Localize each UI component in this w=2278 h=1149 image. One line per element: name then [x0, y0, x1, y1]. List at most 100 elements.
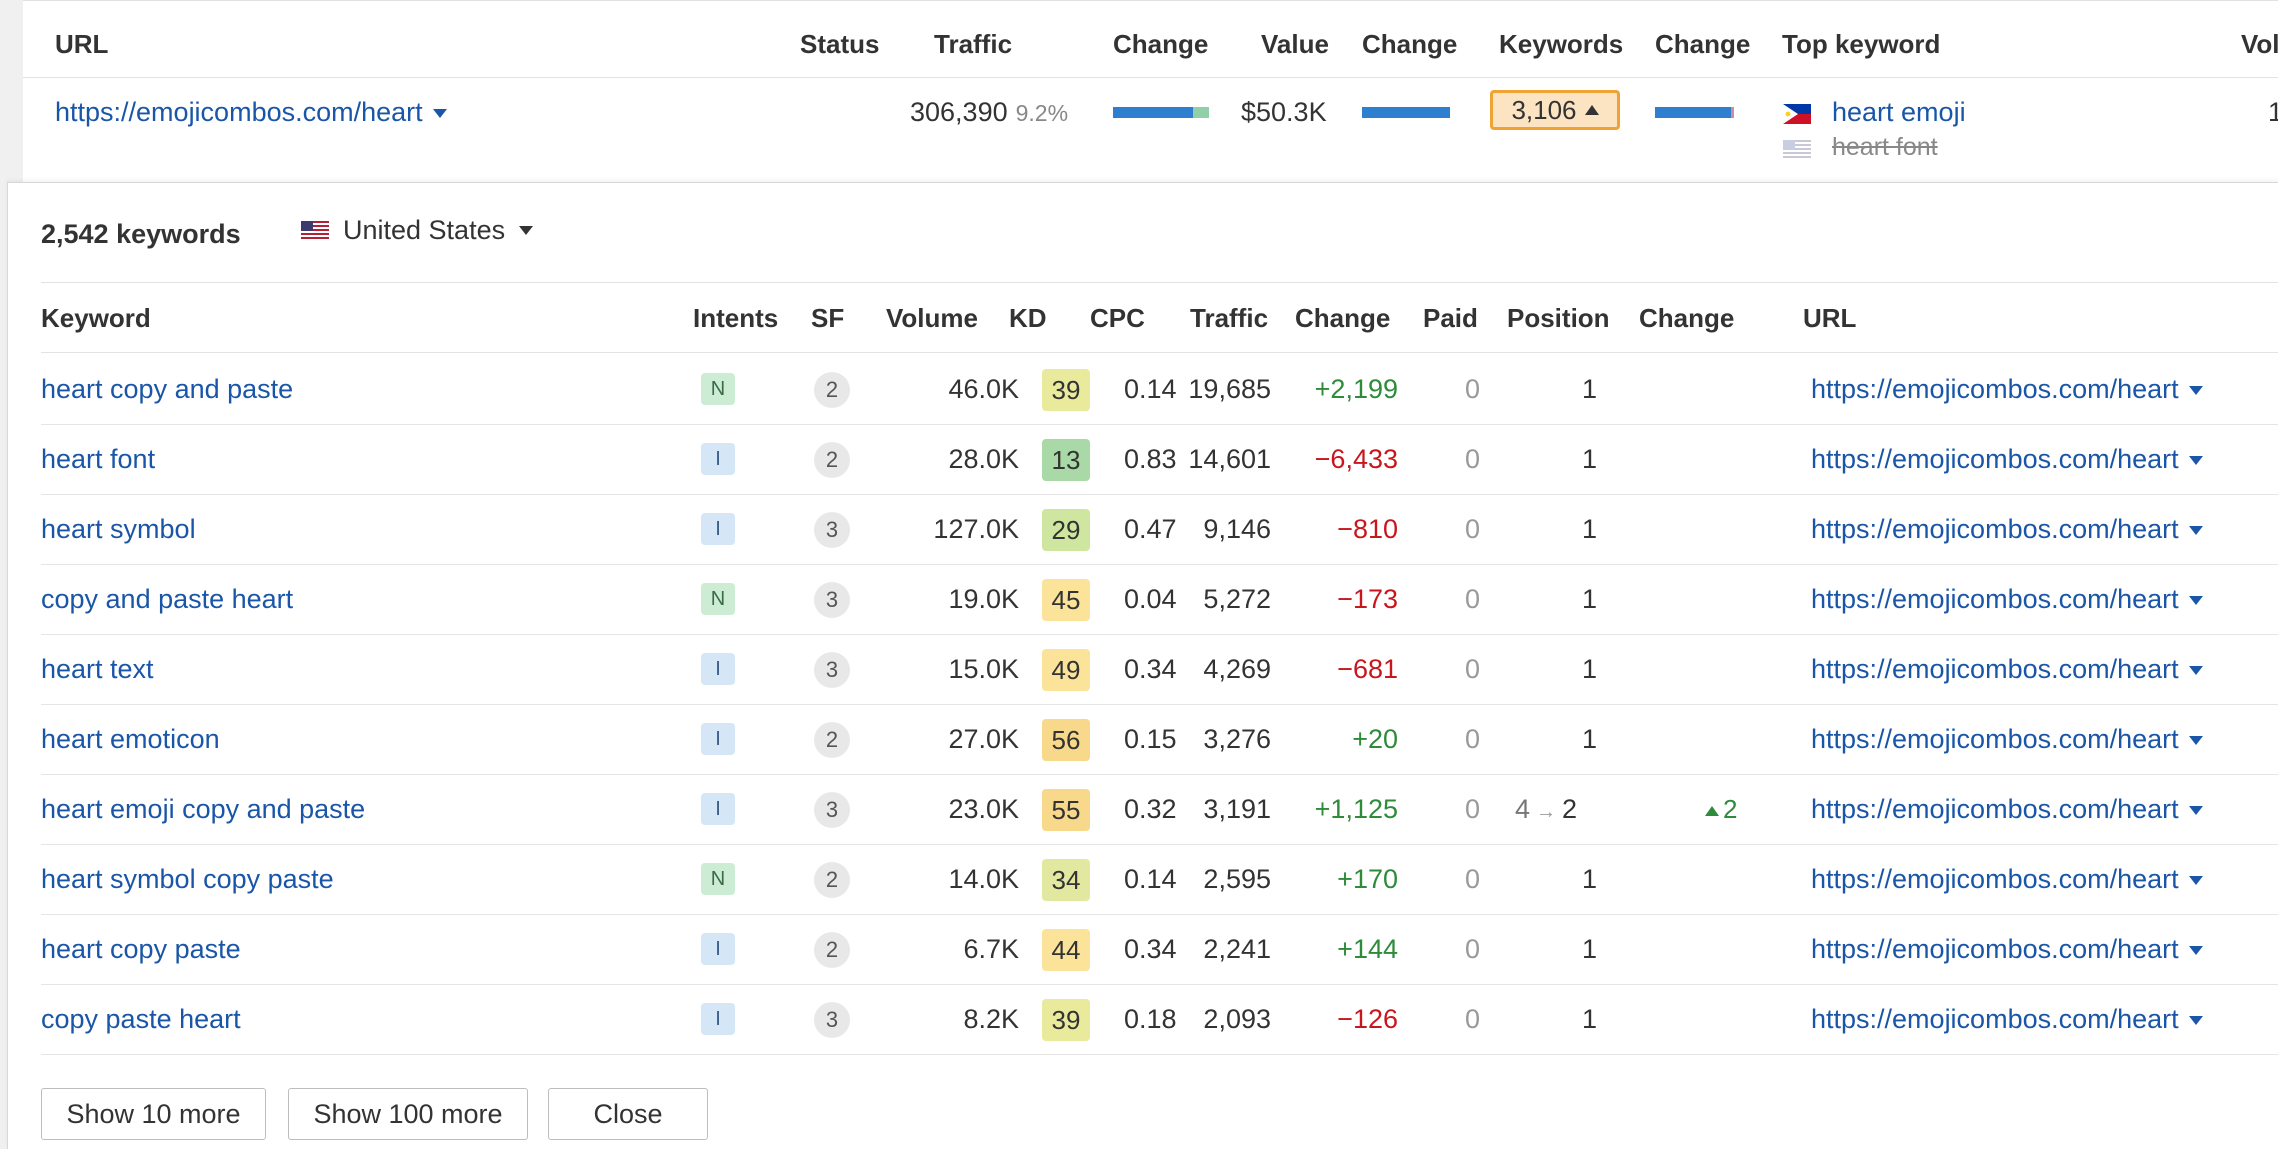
chevron-down-icon[interactable]: [2188, 876, 2203, 886]
chevron-down-icon[interactable]: [432, 109, 447, 119]
serp-features-count[interactable]: 3: [814, 512, 850, 548]
col-position[interactable]: Position: [1507, 303, 1610, 334]
header-keywords-change[interactable]: Change: [1655, 29, 1750, 60]
paid-value: 0: [1465, 934, 1481, 964]
cpc-value: 0.32: [1124, 794, 1177, 824]
ranking-url-text[interactable]: https://emojicombos.com/heart: [1811, 724, 2179, 754]
traffic-change-value: +170: [1337, 864, 1398, 894]
serp-features-count[interactable]: 3: [814, 1002, 850, 1038]
col-change[interactable]: Change: [1295, 303, 1390, 334]
header-url[interactable]: URL: [55, 29, 108, 60]
keyword-link[interactable]: heart copy paste: [41, 934, 241, 965]
serp-features-count[interactable]: 3: [814, 582, 850, 618]
col-cpc[interactable]: CPC: [1090, 303, 1145, 334]
ranking-url-text[interactable]: https://emojicombos.com/heart: [1811, 1004, 2179, 1034]
paid-value: 0: [1465, 444, 1481, 474]
ranking-url-link[interactable]: https://emojicombos.com/heart: [1811, 654, 2203, 685]
col-paid[interactable]: Paid: [1423, 303, 1478, 334]
header-traffic[interactable]: Traffic: [934, 29, 1012, 60]
header-status[interactable]: Status: [800, 29, 879, 60]
ranking-url-link[interactable]: https://emojicombos.com/heart: [1811, 514, 2203, 545]
ranking-url-link[interactable]: https://emojicombos.com/heart: [1811, 584, 2203, 615]
col-traffic[interactable]: Traffic: [1190, 303, 1268, 334]
chevron-down-icon[interactable]: [2188, 456, 2203, 466]
keywords-badge[interactable]: 3,106: [1490, 90, 1620, 130]
ranking-url-text[interactable]: https://emojicombos.com/heart: [1811, 514, 2179, 544]
row-url-text[interactable]: https://emojicombos.com/heart: [55, 97, 423, 127]
volume-value: 27.0K: [948, 724, 1019, 754]
ranking-url-text[interactable]: https://emojicombos.com/heart: [1811, 584, 2179, 614]
country-selector[interactable]: United States: [301, 215, 534, 246]
keyword-link[interactable]: heart copy and paste: [41, 374, 293, 405]
serp-features-count[interactable]: 2: [814, 372, 850, 408]
keyword-link[interactable]: copy paste heart: [41, 1004, 241, 1035]
col-keyword[interactable]: Keyword: [41, 303, 151, 334]
col-kd[interactable]: KD: [1009, 303, 1047, 334]
chevron-down-icon[interactable]: [2188, 736, 2203, 746]
keyword-link[interactable]: heart symbol: [41, 514, 196, 545]
top-keyword-1[interactable]: heart emoji: [1832, 97, 1966, 128]
show-10-more-button[interactable]: Show 10 more: [41, 1088, 266, 1140]
col-url[interactable]: URL: [1803, 303, 1856, 334]
serp-features-count[interactable]: 3: [814, 652, 850, 688]
chevron-down-icon[interactable]: [2188, 806, 2203, 816]
keyword-link[interactable]: heart symbol copy paste: [41, 864, 334, 895]
show-100-more-button[interactable]: Show 100 more: [288, 1088, 528, 1140]
ranking-url-text[interactable]: https://emojicombos.com/heart: [1811, 864, 2179, 894]
keyword-link[interactable]: heart emoticon: [41, 724, 220, 755]
ranking-url-text[interactable]: https://emojicombos.com/heart: [1811, 654, 2179, 684]
keyword-link[interactable]: copy and paste heart: [41, 584, 293, 615]
ranking-url-link[interactable]: https://emojicombos.com/heart: [1811, 934, 2203, 965]
chevron-down-icon[interactable]: [2188, 386, 2203, 396]
col-sf[interactable]: SF: [811, 303, 844, 334]
keyword-link[interactable]: heart emoji copy and paste: [41, 794, 365, 825]
col-position-change[interactable]: Change: [1639, 303, 1734, 334]
header-top-keyword[interactable]: Top keyword: [1782, 29, 1940, 60]
serp-features-count[interactable]: 3: [814, 792, 850, 828]
ranking-url-link[interactable]: https://emojicombos.com/heart: [1811, 374, 2203, 405]
traffic-value: 2,093: [1203, 1004, 1271, 1034]
ranking-url-link[interactable]: https://emojicombos.com/heart: [1811, 1004, 2203, 1035]
value-change-bar: [1362, 107, 1450, 118]
traffic-value: 3,276: [1203, 724, 1271, 754]
chevron-down-icon[interactable]: [2188, 946, 2203, 956]
keyword-link[interactable]: heart text: [41, 654, 154, 685]
col-volume[interactable]: Volume: [886, 303, 978, 334]
header-keywords[interactable]: Keywords: [1499, 29, 1623, 60]
position-value: 1: [1582, 514, 1598, 544]
close-button[interactable]: Close: [548, 1088, 708, 1140]
header-traffic-change[interactable]: Change: [1113, 29, 1208, 60]
serp-features-count[interactable]: 2: [814, 862, 850, 898]
traffic-change-value: −6,433: [1314, 444, 1398, 474]
chevron-down-icon[interactable]: [2188, 596, 2203, 606]
ranking-url-text[interactable]: https://emojicombos.com/heart: [1811, 794, 2179, 824]
header-value[interactable]: Value: [1261, 29, 1329, 60]
col-intents[interactable]: Intents: [693, 303, 778, 334]
ranking-url-text[interactable]: https://emojicombos.com/heart: [1811, 444, 2179, 474]
header-volume[interactable]: Vol: [2241, 29, 2278, 60]
ranking-url-text[interactable]: https://emojicombos.com/heart: [1811, 934, 2179, 964]
position-value: 1: [1582, 444, 1598, 474]
chevron-down-icon[interactable]: [2188, 666, 2203, 676]
ranking-url-text[interactable]: https://emojicombos.com/heart: [1811, 374, 2179, 404]
us-flag-icon: [301, 220, 329, 241]
paid-value: 0: [1465, 654, 1481, 684]
position-value: 1: [1582, 654, 1598, 684]
chevron-down-icon[interactable]: [2188, 526, 2203, 536]
ranking-url-link[interactable]: https://emojicombos.com/heart: [1811, 794, 2203, 825]
chevron-down-icon[interactable]: [2188, 1016, 2203, 1026]
ranking-url-link[interactable]: https://emojicombos.com/heart: [1811, 444, 2203, 475]
row-url-link[interactable]: https://emojicombos.com/heart: [55, 97, 447, 128]
kd-badge: 45: [1042, 579, 1090, 621]
row-traffic-pct: 9.2%: [1015, 100, 1069, 126]
header-value-change[interactable]: Change: [1362, 29, 1457, 60]
kd-badge: 13: [1042, 439, 1090, 481]
ranking-url-link[interactable]: https://emojicombos.com/heart: [1811, 724, 2203, 755]
ranking-url-link[interactable]: https://emojicombos.com/heart: [1811, 864, 2203, 895]
serp-features-count[interactable]: 2: [814, 722, 850, 758]
serp-features-count[interactable]: 2: [814, 932, 850, 968]
divider: [41, 282, 2278, 283]
serp-features-count[interactable]: 2: [814, 442, 850, 478]
keyword-link[interactable]: heart font: [41, 444, 155, 475]
kd-badge: 39: [1042, 999, 1090, 1041]
